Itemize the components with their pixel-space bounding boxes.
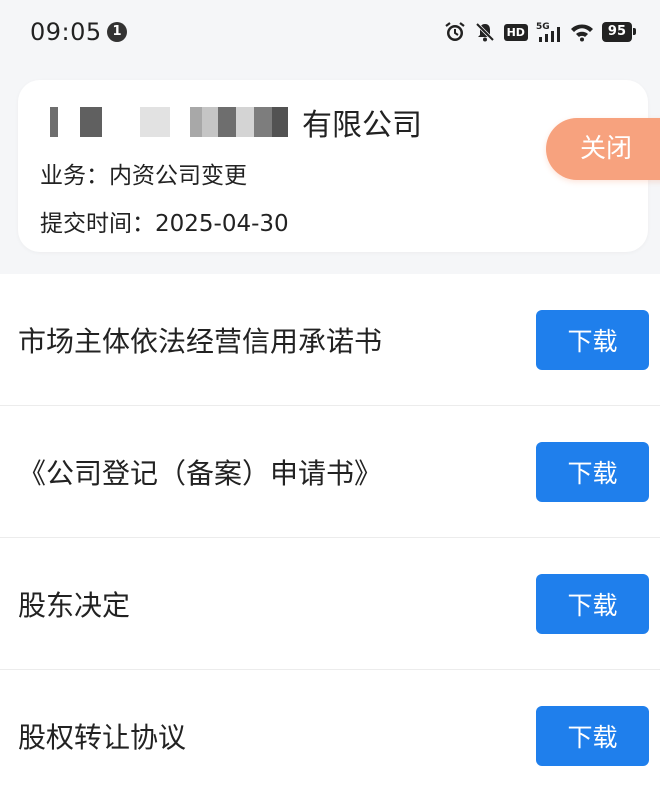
wifi-icon — [570, 22, 594, 42]
status-bar: 09:05 1 HD 5G 95 — [0, 0, 660, 62]
business-type: 业务：内资公司变更 — [40, 163, 247, 189]
download-button[interactable]: 下载 — [536, 706, 649, 766]
document-title: 市场主体依法经营信用承诺书 — [18, 324, 383, 358]
status-time: 09:05 — [30, 18, 102, 46]
close-button[interactable]: 关闭 — [546, 118, 660, 180]
download-button[interactable]: 下载 — [536, 573, 649, 634]
hd-icon: HD — [503, 23, 528, 41]
document-title: 《公司登记（备案）申请书》 — [18, 456, 383, 490]
company-name-suffix: 有限公司 — [302, 108, 422, 143]
document-list: 市场主体依法经营信用承诺书 下载 《公司登记（备案）申请书》 下载 股东决定 下… — [0, 274, 660, 800]
network-type-label: 5G — [536, 22, 550, 32]
status-icons: HD 5G 95 — [444, 19, 637, 45]
notification-badge: 1 — [107, 22, 127, 42]
download-button[interactable]: 下载 — [536, 309, 649, 370]
submit-time: 提交时间：2025-04-30 — [40, 211, 289, 237]
document-row: 《公司登记（备案）申请书》 下载 — [0, 406, 660, 538]
cellular-signal-icon: 5G — [536, 20, 562, 44]
battery-icon: 95 — [601, 22, 637, 42]
document-row: 股东决定 下载 — [0, 538, 660, 670]
document-row: 市场主体依法经营信用承诺书 下载 — [0, 274, 660, 406]
download-button[interactable]: 下载 — [536, 441, 649, 502]
document-title: 股东决定 — [18, 588, 131, 622]
document-title: 股权转让协议 — [18, 721, 187, 754]
alarm-icon — [444, 21, 466, 43]
company-name: 有限公司 — [40, 102, 422, 143]
mute-icon — [474, 21, 496, 43]
document-row: 股权转让协议 下载 — [0, 670, 660, 800]
redacted-company-name — [40, 107, 300, 137]
